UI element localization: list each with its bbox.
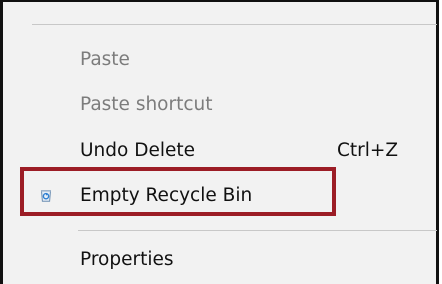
menu-separator-top — [32, 24, 437, 25]
menu-item-label: Paste shortcut — [80, 94, 213, 115]
menu-item-label: Paste — [80, 49, 130, 70]
highlight-box — [20, 167, 336, 216]
menu-item-shortcut: Ctrl+Z — [337, 140, 399, 161]
context-menu: Paste Paste shortcut Undo Delete Ctrl+Z … — [0, 0, 439, 284]
menu-item-label: Undo Delete — [80, 140, 195, 161]
menu-separator — [78, 230, 437, 231]
menu-item-label: Properties — [80, 249, 174, 270]
menu-item-paste-shortcut[interactable]: Paste shortcut — [3, 83, 439, 127]
menu-item-paste[interactable]: Paste — [3, 38, 439, 82]
menu-item-properties[interactable]: Properties — [3, 238, 439, 282]
